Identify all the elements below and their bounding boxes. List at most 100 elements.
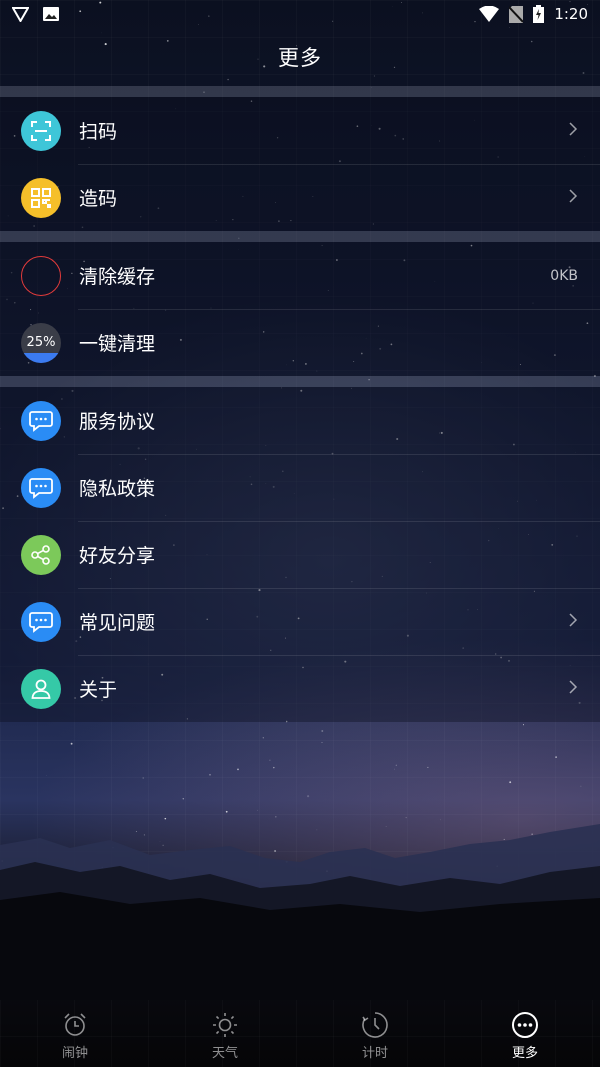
menu-item-label: 好友分享 [79, 545, 156, 567]
group-separator [0, 376, 600, 387]
menu-item-label: 常见问题 [79, 612, 156, 634]
timer-icon [361, 1011, 389, 1042]
mountain-silhouette [0, 824, 600, 1000]
group-separator [0, 86, 600, 97]
no-sim-icon [509, 5, 524, 23]
menu-item-label: 扫码 [79, 121, 118, 143]
star [237, 768, 239, 771]
cache-ring-icon [21, 255, 61, 296]
nav-label: 闹钟 [61, 1046, 88, 1061]
title-bar: 更多 [0, 28, 600, 86]
bottom-navigation: 闹钟 天气 计时 更多 [0, 1005, 600, 1067]
star [522, 724, 525, 726]
menu-item-clear-cache[interactable]: 清除缓存 0KB [0, 242, 600, 309]
nav-label: 更多 [511, 1046, 538, 1061]
star [101, 866, 103, 868]
star [321, 741, 323, 743]
wifi-icon [479, 6, 500, 22]
menu-item-make-code[interactable]: 造码 [0, 164, 600, 231]
star [555, 756, 557, 758]
sun-icon [211, 1011, 239, 1042]
group-separator [0, 231, 600, 242]
menu-item-label: 造码 [79, 188, 118, 210]
chat-bubble-icon [21, 467, 61, 508]
menu-item-one-key-clean[interactable]: 25% 一键清理 [0, 309, 600, 376]
nav-label: 计时 [361, 1046, 388, 1061]
menu-group-clean: 清除缓存 0KB 25% 一键清理 [0, 242, 600, 376]
page-title: 更多 [278, 46, 322, 70]
star [427, 766, 429, 768]
menu-item-privacy-policy[interactable]: 隐私政策 [0, 454, 600, 521]
star [225, 810, 228, 813]
nav-label: 天气 [211, 1046, 238, 1061]
star [580, 785, 582, 787]
menu-item-scan[interactable]: 扫码 [0, 97, 600, 164]
star [162, 844, 164, 846]
menu-item-label: 一键清理 [79, 333, 156, 355]
star [112, 847, 114, 849]
star [496, 865, 499, 868]
scan-icon [21, 110, 61, 151]
menu-group-code: 扫码 造码 [0, 97, 600, 231]
image-notification-icon [43, 6, 59, 22]
share-icon [21, 534, 61, 575]
chevron-right-icon [569, 679, 578, 698]
nav-tab-weather[interactable]: 天气 [150, 1005, 300, 1067]
menu-item-about[interactable]: 关于 [0, 655, 600, 722]
star [531, 833, 533, 835]
star [142, 777, 144, 779]
star [385, 826, 387, 827]
star [209, 773, 211, 776]
star [509, 781, 512, 784]
vpn-shield-icon [12, 6, 29, 22]
star [394, 768, 395, 770]
more-dots-icon [511, 1011, 539, 1042]
star [135, 830, 137, 833]
memory-progress-icon: 25% [21, 322, 61, 363]
star [326, 870, 328, 872]
star [273, 766, 275, 769]
star [395, 764, 397, 766]
star [275, 816, 277, 818]
cache-size-value: 0KB [550, 267, 578, 284]
user-icon [21, 668, 61, 709]
star [307, 795, 310, 798]
chat-bubble-icon [21, 400, 61, 441]
status-time: 1:20 [554, 5, 588, 23]
star [285, 860, 288, 863]
menu-item-label: 隐私政策 [79, 478, 156, 500]
star [316, 829, 318, 831]
nav-tab-more[interactable]: 更多 [450, 1005, 600, 1067]
memory-progress-text: 25% [26, 335, 56, 350]
menu-item-faq[interactable]: 常见问题 [0, 588, 600, 655]
menu-item-label: 关于 [79, 679, 118, 701]
star [503, 838, 505, 840]
star [182, 798, 185, 800]
menu-item-service-agreement[interactable]: 服务协议 [0, 387, 600, 454]
chat-bubble-icon [21, 601, 61, 642]
nav-tab-alarm[interactable]: 闹钟 [0, 1005, 150, 1067]
star [164, 817, 167, 820]
chevron-right-icon [569, 121, 578, 140]
star [46, 775, 47, 776]
qrcode-icon [21, 177, 61, 218]
star [143, 834, 145, 836]
star [405, 817, 407, 819]
star [1, 860, 3, 862]
menu-group-info: 服务协议 隐私政策 好友分享 常见问题 关于 [0, 387, 600, 722]
star [585, 865, 587, 867]
menu-item-share-friends[interactable]: 好友分享 [0, 521, 600, 588]
menu-item-label: 清除缓存 [79, 266, 156, 288]
star [321, 730, 324, 732]
chevron-right-icon [569, 188, 578, 207]
star [262, 737, 264, 739]
star [257, 809, 259, 811]
star [70, 742, 73, 745]
memory-progress-fill [21, 352, 61, 363]
nav-tab-timer[interactable]: 计时 [300, 1005, 450, 1067]
chevron-right-icon [569, 612, 578, 631]
star [269, 759, 271, 761]
battery-charging-icon [533, 5, 545, 23]
status-bar: 1:20 [0, 0, 600, 28]
alarm-clock-icon [61, 1011, 89, 1042]
